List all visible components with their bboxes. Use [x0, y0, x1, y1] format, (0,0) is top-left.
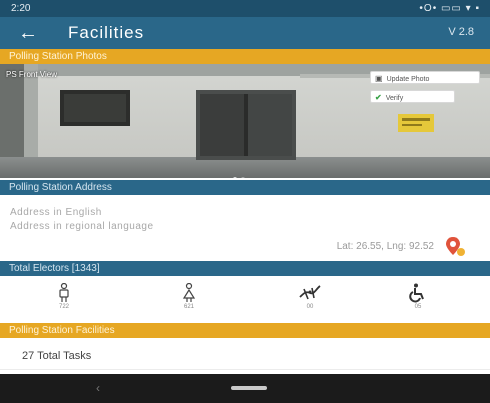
male-count: 722: [58, 304, 69, 310]
app-screen: 2:20 •O• ▭▭ ▾ ▪ ← Facilities V 2.8 Polli…: [0, 0, 490, 403]
app-bar: ← Facilities V 2.8: [0, 17, 490, 49]
third-gender-icon: [299, 285, 321, 300]
pwd-electors: 05: [398, 283, 438, 310]
male-voter-icon: [59, 283, 69, 302]
map-pin-icon[interactable]: [444, 235, 466, 257]
status-icons: •O• ▭▭ ▾ ▪: [419, 3, 480, 14]
photo-caption: PS Front View: [6, 70, 57, 79]
address-section-header: Polling Station Address: [0, 180, 490, 195]
address-regional: Address in regional language: [10, 221, 154, 232]
tasks-row[interactable]: 27 Total Tasks: [0, 344, 490, 370]
pwd-count: 05: [414, 304, 422, 310]
photos-section-header: Polling Station Photos: [0, 49, 490, 64]
carousel-dot[interactable]: [241, 177, 245, 178]
carousel-dots[interactable]: [231, 168, 247, 178]
version-label: V 2.8: [448, 26, 474, 38]
address-english: Address in English: [10, 207, 102, 218]
electors-section-header: Total Electors [1343]: [0, 261, 490, 276]
facilities-section-header: Polling Station Facilities: [0, 323, 490, 338]
update-photo-button[interactable]: ▣ Update Photo: [370, 71, 480, 84]
total-tasks-label: 27 Total Tasks: [22, 350, 92, 362]
system-nav-bar: ‹: [0, 374, 490, 403]
status-time: 2:20: [11, 3, 31, 14]
female-voter-icon: [182, 283, 196, 302]
nav-home-icon[interactable]: [231, 386, 267, 390]
wheelchair-icon: [409, 283, 424, 303]
page-title: Facilities: [68, 23, 145, 42]
carousel-dot-active[interactable]: [233, 177, 237, 178]
back-arrow-icon[interactable]: ←: [14, 20, 42, 46]
male-electors: 722: [44, 283, 84, 310]
polling-station-photo[interactable]: PS Front View ▣ Update Photo ✔ Verify: [0, 64, 490, 178]
lat-lng-label: Lat: 26.55, Lng: 92.52: [336, 241, 434, 252]
third-gender-electors: 00: [290, 283, 330, 310]
camera-icon: ▣: [375, 74, 383, 83]
verify-button[interactable]: ✔ Verify: [370, 90, 455, 103]
verify-label: Verify: [385, 95, 404, 102]
nav-back-icon[interactable]: ‹: [96, 381, 100, 395]
checkmark-icon: ✔: [375, 93, 382, 102]
third-gender-count: 00: [306, 304, 314, 310]
female-count: 621: [183, 304, 194, 310]
status-bar: 2:20 •O• ▭▭ ▾ ▪: [0, 0, 490, 17]
female-electors: 621: [169, 283, 209, 310]
update-photo-label: Update Photo: [386, 76, 430, 83]
